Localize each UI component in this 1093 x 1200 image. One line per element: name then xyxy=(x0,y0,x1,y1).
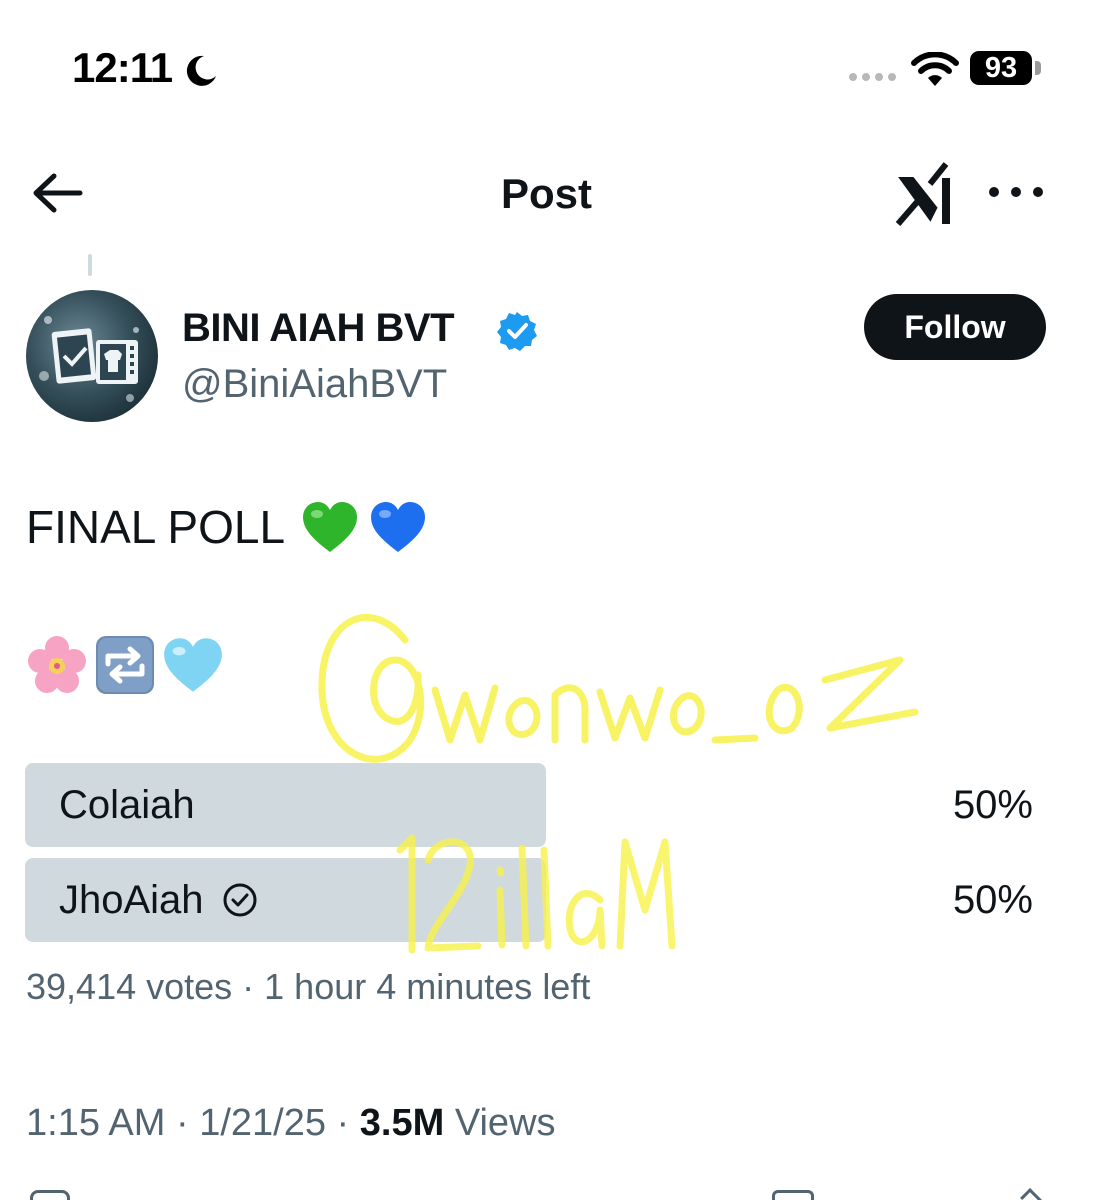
thread-line xyxy=(88,254,92,276)
avatar-image xyxy=(39,316,139,402)
post-screen: 12:11 93 Post BINI AIAH BVT @BiniAiahBVT… xyxy=(0,0,1093,1200)
share-icon[interactable] xyxy=(1020,1188,1047,1200)
post-time: 1:15 AM xyxy=(26,1102,166,1144)
author-handle[interactable]: @BiniAiahBVT xyxy=(182,362,447,407)
poll-option-colaiah[interactable]: Colaiah 50% xyxy=(25,763,1045,847)
separator: · xyxy=(165,1102,200,1144)
poll-option-label: JhoAiah xyxy=(59,858,258,942)
signal-dots-icon xyxy=(849,73,896,81)
post-footer: 1:15 AM · 1/21/25 · 3.5M Views xyxy=(26,1102,556,1145)
post-date: 1/21/25 xyxy=(199,1102,326,1144)
more-options-icon[interactable] xyxy=(986,180,1046,204)
verified-badge-icon xyxy=(497,312,537,351)
reply-icon[interactable] xyxy=(30,1190,70,1200)
separator: · xyxy=(326,1102,360,1144)
poll-option-percent: 50% xyxy=(952,783,1033,827)
post-text: FINAL POLL xyxy=(26,500,437,554)
battery-icon: 93 xyxy=(970,51,1032,85)
voted-check-icon xyxy=(223,883,257,917)
green-heart-icon xyxy=(303,502,358,552)
post-text-content: FINAL POLL xyxy=(26,501,286,553)
poll-option-percent: 50% xyxy=(952,878,1033,922)
poll-option-text: Colaiah xyxy=(59,783,195,827)
repeat-button-icon xyxy=(96,636,154,694)
wifi-icon xyxy=(911,52,959,86)
poll-option-text: JhoAiah xyxy=(59,878,204,922)
author-name[interactable]: BINI AIAH BVT xyxy=(182,306,455,351)
bookmark-icon[interactable] xyxy=(772,1190,814,1200)
light-blue-heart-icon xyxy=(164,638,222,692)
poll-votes: 39,414 votes xyxy=(26,966,233,1007)
views-label: Views xyxy=(454,1102,556,1144)
blue-heart-icon xyxy=(371,502,426,552)
poll-option-jhoaiah[interactable]: JhoAiah 50% xyxy=(25,858,1045,942)
poll-time-left: 1 hour 4 minutes left xyxy=(264,966,591,1007)
emoji-row xyxy=(26,634,230,696)
grok-icon[interactable] xyxy=(894,160,958,226)
status-time: 12:11 xyxy=(72,44,173,91)
views-count: 3.5M xyxy=(359,1102,445,1144)
moon-icon xyxy=(186,55,216,86)
avatar[interactable] xyxy=(26,290,158,422)
cherry-blossom-icon xyxy=(28,636,86,693)
poll-option-label: Colaiah xyxy=(59,763,195,847)
separator: · xyxy=(232,966,265,1007)
battery-cap xyxy=(1035,61,1041,75)
follow-button[interactable]: Follow xyxy=(864,294,1046,360)
poll-meta: 39,414 votes · 1 hour 4 minutes left xyxy=(26,966,590,1008)
